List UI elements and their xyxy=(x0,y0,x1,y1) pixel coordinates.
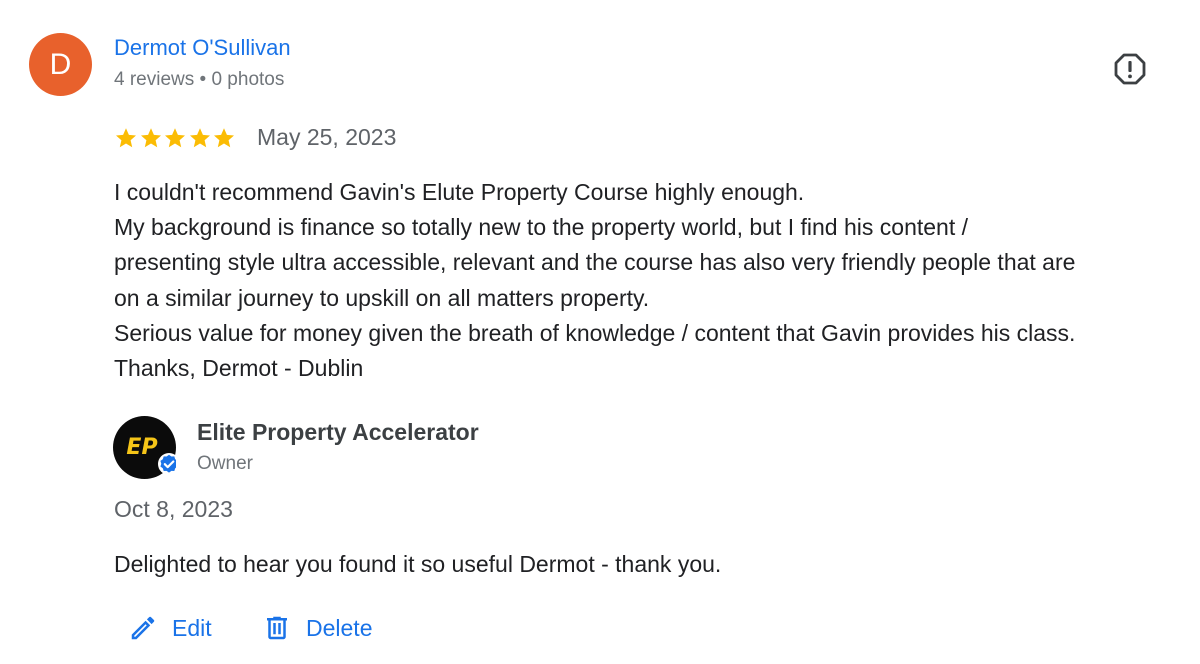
reviewer-meta: 4 reviews • 0 photos xyxy=(114,69,285,90)
delete-button[interactable]: Delete xyxy=(262,608,372,648)
star-icon xyxy=(140,128,161,148)
reply-date: Oct 8, 2023 xyxy=(114,496,233,522)
owner-name: Elite Property Accelerator xyxy=(197,419,479,445)
review-text-line: Thanks, Dermot - Dublin xyxy=(114,355,364,382)
star-icon xyxy=(214,128,234,148)
edit-label: Edit xyxy=(172,614,212,641)
pencil-icon xyxy=(131,616,155,640)
review-date: May 25, 2023 xyxy=(257,124,397,150)
reviewer-avatar[interactable]: D xyxy=(29,33,92,96)
review-text-line: presenting style ultra accessible, relev… xyxy=(114,249,1076,276)
review-text-line: I couldn't recommend Gavin's Elute Prope… xyxy=(114,179,805,205)
delete-label: Delete xyxy=(306,614,373,641)
review-text-line: on a similar journey to upskill on all m… xyxy=(114,284,650,311)
reviewer-name[interactable]: Dermot O'Sullivan xyxy=(114,35,291,61)
edit-button[interactable]: Edit xyxy=(128,608,212,648)
review-text-line: Serious value for money given the breath… xyxy=(114,319,1076,346)
owner-role-label: Owner xyxy=(197,453,253,474)
star-icon xyxy=(189,128,210,148)
report-octagon-icon[interactable] xyxy=(1113,52,1147,86)
reply-text: Delighted to hear you found it so useful… xyxy=(114,551,722,577)
owner-logo-text: EP xyxy=(126,435,157,460)
star-icon xyxy=(116,128,136,148)
review-text: I couldn't recommend Gavin's Elute Prope… xyxy=(114,175,1194,386)
review-text-line: My background is finance so totally new … xyxy=(114,214,969,241)
owner-logo[interactable]: EP xyxy=(113,416,176,479)
star-rating xyxy=(114,126,237,150)
trash-icon xyxy=(267,616,287,640)
star-icon xyxy=(165,128,185,148)
